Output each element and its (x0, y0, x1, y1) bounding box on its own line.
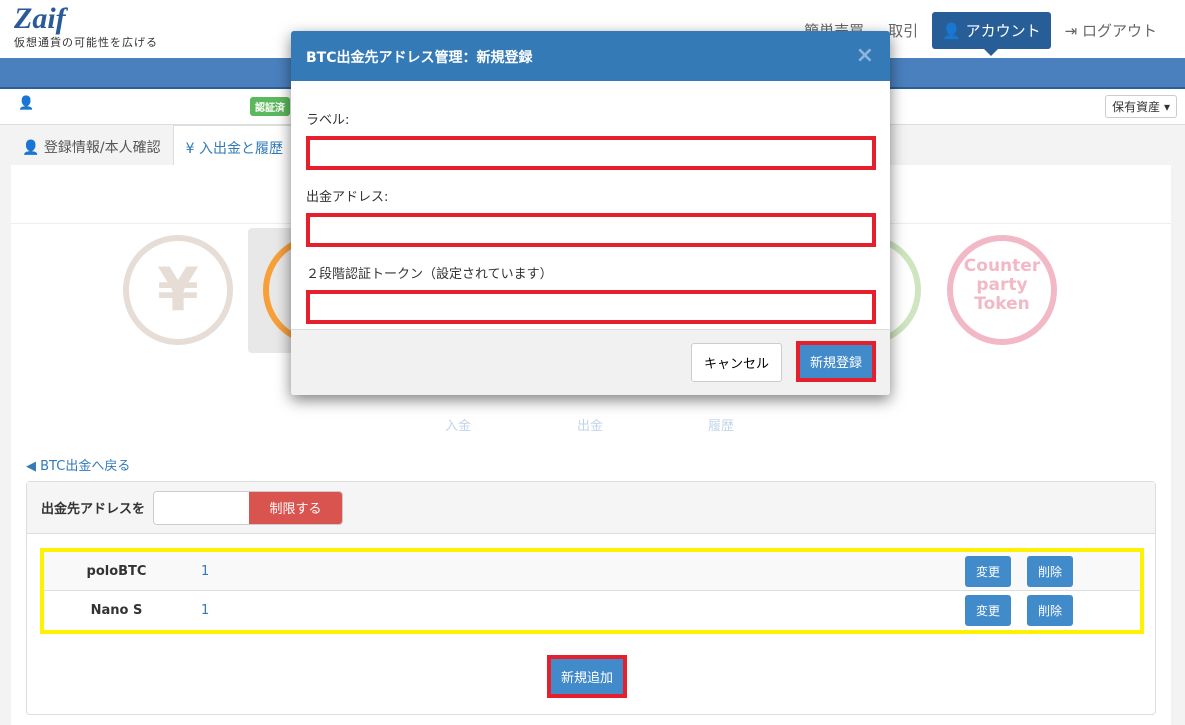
edit-button[interactable]: 変更 (965, 595, 1012, 626)
nav-logout[interactable]: ⇥ ログアウト (1055, 12, 1167, 49)
logout-icon: ⇥ (1064, 22, 1078, 40)
modal-body: ラベル: 出金アドレス: ２段階認証トークン（設定されています） (291, 81, 890, 340)
subtab-deposit[interactable]: 入金 (445, 415, 471, 434)
user-icon: 👤 (18, 96, 35, 111)
yen-icon: ¥ (185, 141, 195, 157)
back-link[interactable]: ◀ BTC出金へ戻る (26, 455, 130, 474)
nav-logout-label: ログアウト (1081, 22, 1157, 40)
tab-label: 入出金と履歴 (198, 141, 283, 157)
modal-header: BTC出金先アドレス管理：新規登録 × (291, 31, 890, 81)
delete-button[interactable]: 削除 (1027, 595, 1074, 626)
logo-tagline: 仮想通貨の可能性を広げる (14, 36, 158, 49)
address-label: poloBTC (86, 563, 147, 579)
address-label: Nano S (90, 603, 143, 618)
coin-text: Token (974, 294, 1030, 314)
subtab-withdraw[interactable]: 出金 (577, 415, 603, 434)
subtab-history[interactable]: 履歴 (708, 415, 734, 434)
address-field-label: 出金アドレス: (306, 190, 389, 205)
address-input[interactable] (306, 213, 876, 247)
restrict-label: 出金先アドレスを (41, 502, 146, 517)
coin-text: party (976, 275, 1028, 295)
yen-coin-icon[interactable]: ¥ (123, 235, 233, 345)
register-button[interactable]: 新規登録 (799, 345, 872, 378)
edit-button[interactable]: 変更 (965, 555, 1012, 587)
cancel-button[interactable]: キャンセル (690, 343, 782, 382)
restrict-input[interactable] (154, 491, 250, 524)
panel-header: 出金先アドレスを 制限する (27, 482, 1155, 534)
address-value: 1 (201, 563, 210, 579)
restrict-group: 制限する (153, 490, 344, 525)
assets-dropdown[interactable]: 保有資産 ▾ (1105, 95, 1177, 118)
back-link-label: BTC出金へ戻る (40, 459, 131, 474)
add-highlight: 新規追加 (547, 655, 628, 698)
account-tabs: 👤 登録情報/本人確認 ¥ 入出金と履歴 (10, 125, 296, 170)
verified-badge: 認証済 (250, 97, 290, 116)
tab-deposit-withdraw[interactable]: ¥ 入出金と履歴 (172, 125, 296, 170)
nav-account[interactable]: 👤 アカウント (932, 12, 1051, 56)
modal-title: BTC出金先アドレス管理：新規登録 (306, 50, 533, 66)
add-address-button[interactable]: 新規追加 (551, 659, 624, 694)
assets-label: 保有資産 (1112, 100, 1161, 114)
token-field-label: ２段階認証トークン（設定されています） (306, 267, 553, 282)
modal-footer: キャンセル 新規登録 (291, 329, 890, 395)
delete-button[interactable]: 削除 (1027, 555, 1074, 587)
tab-registration[interactable]: 👤 登録情報/本人確認 (10, 125, 173, 170)
user-icon: 👤 (942, 22, 961, 40)
nav-account-label: アカウント (965, 22, 1041, 40)
submit-highlight: 新規登録 (795, 341, 876, 382)
label-input[interactable] (306, 136, 876, 170)
circle-arrow-left-icon: ◀ (26, 459, 36, 474)
label-field-label: ラベル: (306, 113, 350, 128)
two-factor-token-input[interactable] (306, 290, 876, 324)
coin-text: Counter (963, 256, 1041, 276)
restrict-button[interactable]: 制限する (249, 491, 343, 524)
address-value: 1 (201, 603, 210, 618)
user-icon: 👤 (22, 140, 40, 156)
logo-text: Zaif (14, 2, 66, 35)
counterparty-token-icon[interactable]: Counter party Token (947, 235, 1057, 345)
table-row: Nano S 1 変更 削除 (44, 591, 1140, 630)
address-panel: 出金先アドレスを 制限する poloBTC 1 変更 削除 Nano S 1 変… (26, 481, 1156, 715)
caret-down-icon: ▾ (1163, 100, 1170, 114)
table-row: poloBTC 1 変更 削除 (44, 552, 1140, 591)
zaif-logo[interactable]: Zaif 仮想通貨の可能性を広げる (14, 4, 158, 50)
new-address-modal: BTC出金先アドレス管理：新規登録 × ラベル: 出金アドレス: ２段階認証トー… (291, 31, 890, 395)
tab-label: 登録情報/本人確認 (43, 140, 161, 156)
close-icon[interactable]: × (856, 43, 874, 68)
address-list: poloBTC 1 変更 削除 Nano S 1 変更 削除 (40, 548, 1144, 634)
